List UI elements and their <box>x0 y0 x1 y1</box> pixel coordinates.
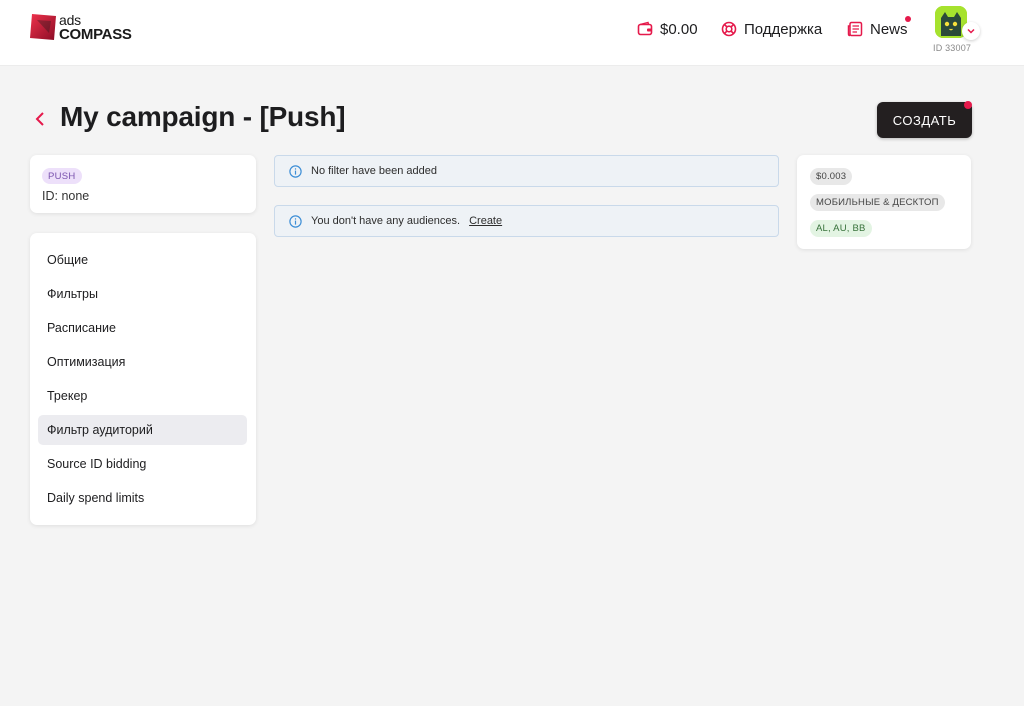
nav-item-audience-filter[interactable]: Фильтр аудиторий <box>38 415 247 445</box>
ads-compass-logo[interactable]: ads COMPASS <box>29 12 149 44</box>
balance-link[interactable]: $0.00 <box>637 18 698 40</box>
no-audiences-alert: You don't have any audiences. Create <box>274 205 779 237</box>
no-audiences-text: You don't have any audiences. <box>311 215 461 227</box>
lifebuoy-icon <box>721 21 737 37</box>
nav-item-general[interactable]: Общие <box>38 245 247 275</box>
logo-mark-icon <box>30 14 56 40</box>
chevron-down-icon <box>967 28 975 34</box>
campaign-info-card: PUSH ID: none <box>30 155 256 213</box>
campaign-summary-card: $0.003 МОБИЛЬНЫЕ & ДЕСКТОП AL, AU, BB <box>797 155 971 249</box>
news-label: News <box>870 20 908 38</box>
balance-amount: $0.00 <box>660 20 698 38</box>
campaign-type-badge: PUSH <box>42 168 82 184</box>
create-button[interactable]: СОЗДАТЬ <box>877 102 972 138</box>
support-link[interactable]: Поддержка <box>721 18 822 40</box>
top-header: ads COMPASS $0.00 Поддержка News ID 3300… <box>0 0 1024 66</box>
news-link[interactable]: News <box>847 18 908 40</box>
chevron-left-icon <box>35 112 44 126</box>
no-filter-alert: No filter have been added <box>274 155 779 187</box>
support-label: Поддержка <box>744 20 823 38</box>
campaign-id: ID: none <box>42 189 90 203</box>
nav-item-schedule[interactable]: Расписание <box>38 313 247 343</box>
nav-item-optimization[interactable]: Оптимизация <box>38 347 247 377</box>
no-filter-text: No filter have been added <box>311 165 437 177</box>
geo-tag: AL, AU, BB <box>810 220 872 237</box>
newspaper-icon <box>847 21 863 37</box>
nav-item-tracker[interactable]: Трекер <box>38 381 247 411</box>
info-icon <box>289 214 302 228</box>
back-button[interactable] <box>33 110 49 128</box>
device-tag: МОБИЛЬНЫЕ & ДЕСКТОП <box>810 194 945 211</box>
account-id: ID 33007 <box>933 43 972 53</box>
page-title: My campaign - [Push] <box>60 101 346 132</box>
info-icon <box>289 164 302 178</box>
create-button-dot <box>964 101 972 109</box>
nav-item-filters[interactable]: Фильтры <box>38 279 247 309</box>
nav-item-daily-spend-limits[interactable]: Daily spend limits <box>38 483 247 513</box>
logo-text-compass: COMPASS <box>59 26 132 43</box>
price-tag: $0.003 <box>810 168 853 185</box>
create-audience-link[interactable]: Create <box>469 215 502 227</box>
wallet-icon <box>637 21 653 36</box>
nav-item-source-id-bidding[interactable]: Source ID bidding <box>38 449 247 479</box>
news-unread-dot <box>905 16 911 22</box>
account-menu-toggle[interactable] <box>962 22 980 40</box>
campaign-settings-nav: Общие Фильтры Расписание Оптимизация Тре… <box>30 233 256 525</box>
